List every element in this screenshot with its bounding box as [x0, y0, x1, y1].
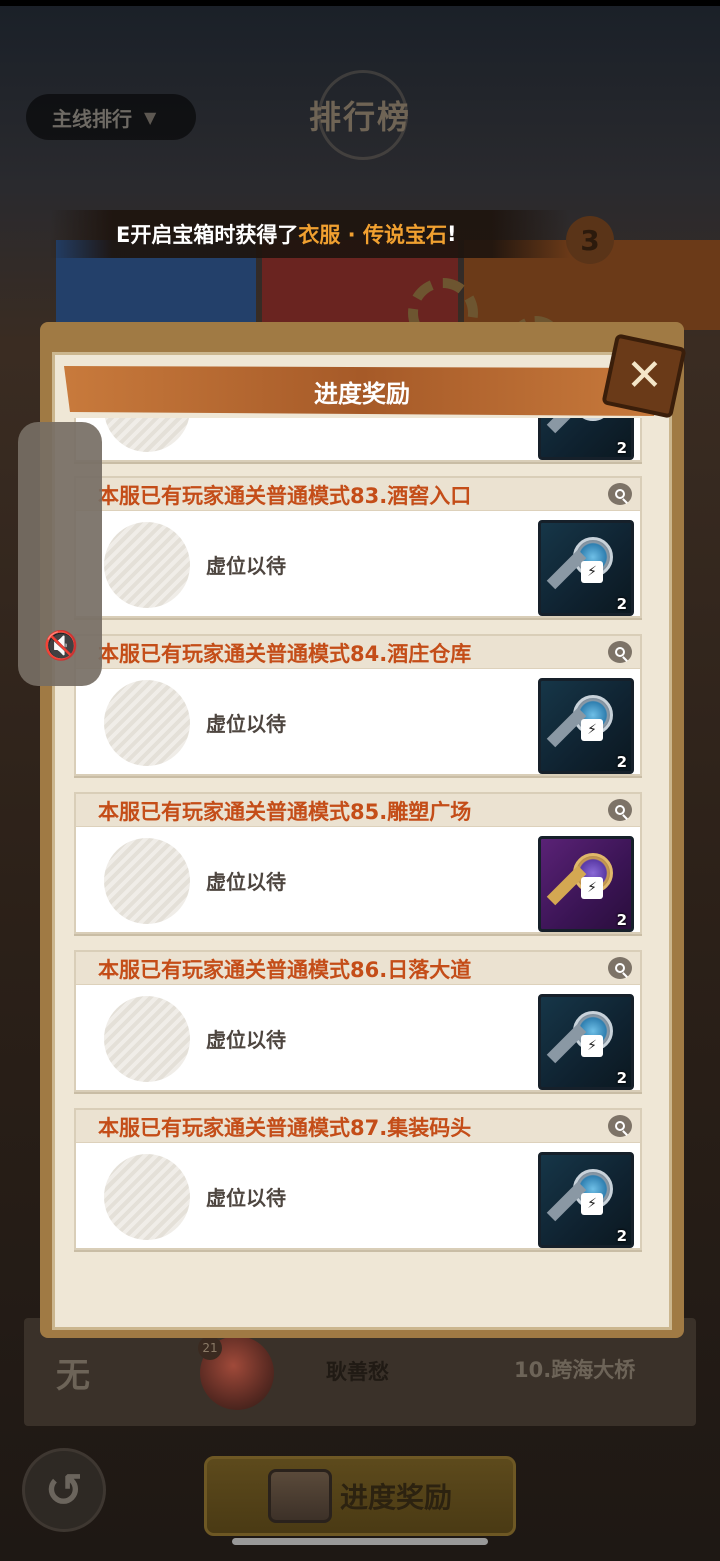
reward-list[interactable]: 2 本服已有玩家通关普通模式83.酒窖入口 虚位以待 ⚡ 2 本服已有玩家通关普… — [68, 418, 658, 1300]
placeholder-text: 虚位以待 — [206, 554, 286, 578]
rank-three-badge: 3 — [566, 216, 614, 264]
reward-item[interactable]: ⚡ 2 — [538, 994, 634, 1090]
treasure-chest-icon — [267, 1469, 332, 1523]
reward-item[interactable]: 2 — [538, 418, 634, 460]
card-title: 本服已有玩家通关普通模式86.日落大道 — [98, 958, 472, 982]
magnify-icon[interactable] — [608, 799, 632, 821]
reward-item[interactable]: ⚡ 2 — [538, 836, 634, 932]
lightning-lock-icon: ⚡ — [581, 1035, 603, 1057]
back-arrow-icon: ↺ — [44, 1463, 84, 1517]
reward-card: 本服已有玩家通关普通模式86.日落大道 虚位以待 ⚡ 2 — [74, 950, 642, 1092]
progress-reward-label: 进度奖励 — [339, 1481, 452, 1514]
progress-reward-button[interactable]: 进度奖励 — [204, 1456, 516, 1536]
card-title: 本服已有玩家通关普通模式87.集装码头 — [98, 1116, 472, 1140]
reward-card: 本服已有玩家通关普通模式84.酒庄仓库 虚位以待 ⚡ 2 — [74, 634, 642, 776]
dropdown-label: 主线排行 — [52, 106, 132, 131]
card-title: 本服已有玩家通关普通模式85.雕塑广场 — [98, 800, 472, 824]
avatar-level-badge: 21 — [198, 1336, 222, 1360]
broadcast-notice: E开启宝箱时获得了 衣服 · 传说宝石 ! — [50, 210, 570, 258]
notice-prefix: E开启宝箱时获得了 — [116, 223, 299, 247]
card-title: 本服已有玩家通关普通模式84.酒庄仓库 — [98, 642, 472, 666]
placeholder-text: 虚位以待 — [206, 1028, 286, 1052]
lightning-lock-icon: ⚡ — [581, 719, 603, 741]
empty-avatar-placeholder — [104, 418, 190, 452]
placeholder-text: 虚位以待 — [206, 1186, 286, 1210]
empty-avatar-placeholder — [104, 838, 190, 924]
item-count: 2 — [616, 1227, 627, 1245]
key-shaft — [546, 418, 587, 434]
card-title: 本服已有玩家通关普通模式83.酒窖入口 — [98, 484, 472, 508]
reward-card: 本服已有玩家通关普通模式83.酒窖入口 虚位以待 ⚡ 2 — [74, 476, 642, 618]
status-bar — [0, 0, 720, 6]
close-icon: ✕ — [625, 350, 663, 401]
item-count: 2 — [616, 1069, 627, 1087]
empty-avatar-placeholder — [104, 680, 190, 766]
reward-card: 本服已有玩家通关普通模式87.集装码头 虚位以待 ⚡ 2 — [74, 1108, 642, 1250]
lightning-lock-icon: ⚡ — [581, 561, 603, 583]
my-rank-value: 无 — [56, 1355, 90, 1396]
placeholder-text: 虚位以待 — [206, 870, 286, 894]
reward-item[interactable]: ⚡ 2 — [538, 1152, 634, 1248]
notice-suffix: ! — [446, 222, 457, 246]
item-count: 2 — [616, 439, 627, 457]
item-count: 2 — [616, 595, 627, 613]
item-count: 2 — [616, 753, 627, 771]
key-icon — [573, 418, 613, 421]
magnify-icon[interactable] — [608, 483, 632, 505]
close-button[interactable]: ✕ — [601, 333, 687, 419]
empty-avatar-placeholder — [104, 996, 190, 1082]
magnify-icon[interactable] — [608, 1115, 632, 1137]
empty-avatar-placeholder — [104, 1154, 190, 1240]
reward-card: 本服已有玩家通关普通模式85.雕塑广场 虚位以待 ⚡ 2 — [74, 792, 642, 934]
page-title: 排行榜 — [308, 98, 411, 136]
mute-icon[interactable]: 🔇 — [44, 628, 79, 662]
reward-card-partial: 2 — [74, 418, 642, 462]
empty-avatar-placeholder — [104, 522, 190, 608]
player-stage: 10.跨海大桥 — [514, 1358, 636, 1382]
magnify-icon[interactable] — [608, 957, 632, 979]
lightning-lock-icon: ⚡ — [581, 877, 603, 899]
notice-highlight: 衣服 · 传说宝石 — [298, 223, 447, 247]
lightning-lock-icon: ⚡ — [581, 1193, 603, 1215]
back-button[interactable]: ↺ — [22, 1448, 106, 1532]
ranking-dropdown[interactable]: 主线排行 ▼ — [26, 94, 196, 140]
magnify-icon[interactable] — [608, 641, 632, 663]
home-indicator[interactable] — [232, 1538, 488, 1545]
reward-item[interactable]: ⚡ 2 — [538, 520, 634, 616]
player-name: 耿善愁 — [326, 1360, 389, 1384]
reward-item[interactable]: ⚡ 2 — [538, 678, 634, 774]
chevron-down-icon: ▼ — [144, 107, 157, 127]
modal-title: 进度奖励 — [64, 366, 660, 416]
item-count: 2 — [616, 911, 627, 929]
placeholder-text: 虚位以待 — [206, 712, 286, 736]
